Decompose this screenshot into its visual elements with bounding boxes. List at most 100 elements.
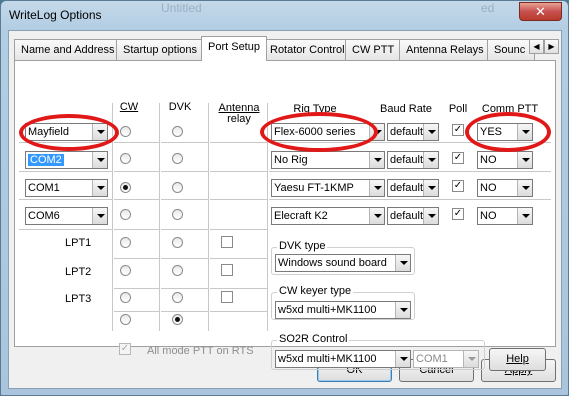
tab-label: Name and Address — [21, 44, 115, 56]
dvk-type-select[interactable]: Windows sound board — [275, 254, 411, 272]
cw-radio-lpt1[interactable] — [120, 237, 131, 248]
poll-checkbox-row-1[interactable]: ✓ — [452, 124, 464, 136]
rig-type-select-row-1[interactable]: Flex-6000 series — [271, 123, 385, 141]
row-divider — [19, 171, 551, 173]
cw-keyer-type-label: CW keyer type — [277, 285, 354, 297]
tab-antenna-relays[interactable]: Antenna Relays — [399, 39, 491, 60]
row-divider — [112, 258, 269, 260]
row-divider — [112, 288, 269, 290]
rig-type-select-row-2[interactable]: No Rig — [271, 151, 385, 169]
cw-radio-none[interactable] — [120, 314, 131, 325]
comm-ptt-select-row-3[interactable]: NO — [477, 179, 533, 197]
baud-rate-column-header: Baud Rate — [380, 103, 432, 115]
baud-rate-select-row-1[interactable]: default — [387, 123, 439, 141]
row-divider — [112, 311, 269, 313]
cw-radio-lpt2[interactable] — [120, 265, 131, 276]
dvk-radio-lpt1[interactable] — [172, 237, 183, 248]
tab-startup-options[interactable]: Startup options — [116, 39, 204, 60]
chevron-down-icon — [369, 152, 384, 168]
chevron-right-icon: ▶ — [548, 42, 555, 51]
tab-name-and-address[interactable]: Name and Address — [14, 39, 122, 60]
tab-label: Antenna Relays — [406, 44, 484, 56]
so2r-control-label: SO2R Control — [277, 333, 350, 345]
port-select-row-4[interactable]: COM6 — [25, 207, 108, 225]
poll-checkbox-row-4[interactable]: ✓ — [452, 208, 464, 220]
column-divider — [267, 103, 269, 331]
poll-checkbox-row-2[interactable]: ✓ — [452, 152, 464, 164]
tab-scroll-right-button[interactable]: ▶ — [544, 39, 559, 54]
dvk-column-header: DVK — [168, 101, 192, 113]
all-mode-ptt-label: All mode PTT on RTS — [147, 345, 254, 357]
lpt1-label: LPT1 — [65, 237, 92, 249]
chevron-down-icon — [423, 208, 438, 224]
close-button[interactable]: ✕ — [519, 2, 562, 21]
row-divider — [19, 199, 551, 201]
rig-type-column-header: Rig Type — [293, 103, 337, 115]
chevron-down-icon — [369, 124, 384, 140]
dvk-radio-lpt2[interactable] — [172, 265, 183, 276]
chevron-down-icon — [517, 124, 532, 140]
chevron-down-icon — [369, 208, 384, 224]
comm-ptt-select-row-4[interactable]: NO — [477, 207, 533, 225]
column-divider — [112, 103, 114, 331]
dvk-radio-row-4[interactable] — [172, 209, 183, 220]
port-setup-panel: CW DVK Antenna relay Rig Type Baud Rate … — [14, 60, 556, 371]
all-mode-ptt-checkbox[interactable]: ✓ — [119, 343, 131, 355]
cw-radio-lpt3[interactable] — [120, 292, 131, 303]
comm-ptt-select-row-2[interactable]: NO — [477, 151, 533, 169]
dvk-radio-row-2[interactable] — [172, 153, 183, 164]
port-select-row-1[interactable]: Mayfield — [25, 123, 108, 141]
cw-keyer-type-select[interactable]: w5xd multi+MK1100 — [275, 301, 411, 319]
row-divider — [19, 229, 269, 231]
cw-radio-row-4[interactable] — [120, 209, 131, 220]
chevron-down-icon — [395, 302, 410, 318]
cw-radio-row-2[interactable] — [120, 153, 131, 164]
column-divider — [208, 103, 210, 331]
port-select-row-3[interactable]: COM1 — [25, 179, 108, 197]
baud-rate-select-row-3[interactable]: default — [387, 179, 439, 197]
lpt2-label: LPT2 — [65, 266, 92, 278]
chevron-down-icon — [517, 152, 532, 168]
port-select-row-2[interactable]: COM2 — [25, 151, 108, 169]
tab-rotator-control[interactable]: Rotator Control — [263, 39, 352, 60]
cw-radio-row-3[interactable] — [120, 182, 131, 193]
chevron-down-icon — [517, 180, 532, 196]
chevron-down-icon — [92, 180, 107, 196]
title-bar[interactable]: Untitled ed WriteLog Options ✕ — [1, 1, 568, 29]
help-button[interactable]: Help — [489, 348, 546, 371]
background-title-fragment: ed — [481, 1, 495, 15]
tab-cw-ptt[interactable]: CW PTT — [345, 39, 402, 60]
chevron-down-icon — [395, 351, 410, 367]
tab-label: Rotator Control — [270, 44, 345, 56]
cw-column-header: CW — [119, 101, 139, 113]
baud-rate-select-row-4[interactable]: default — [387, 207, 439, 225]
rig-type-select-row-3[interactable]: Yaesu FT-1KMP — [271, 179, 385, 197]
so2r-control-select[interactable]: w5xd multi+MK1100 — [275, 350, 411, 368]
chevron-down-icon — [369, 180, 384, 196]
poll-checkbox-row-3[interactable]: ✓ — [452, 180, 464, 192]
chevron-down-icon — [423, 124, 438, 140]
dvk-radio-row-1[interactable] — [172, 126, 183, 137]
chevron-down-icon — [517, 208, 532, 224]
tab-port-setup[interactable]: Port Setup — [201, 36, 267, 61]
tab-label: Sounc — [494, 44, 526, 56]
comm-ptt-select-row-1[interactable]: YES — [477, 123, 533, 141]
chevron-left-icon: ◀ — [533, 42, 540, 51]
poll-column-header: Poll — [448, 103, 468, 115]
baud-rate-select-row-2[interactable]: default — [387, 151, 439, 169]
chevron-down-icon — [463, 351, 478, 367]
chevron-down-icon — [92, 152, 107, 168]
dvk-radio-none[interactable] — [172, 314, 183, 325]
tab-sound[interactable]: Sounc — [487, 39, 535, 60]
relay-checkbox-lpt3[interactable] — [221, 291, 233, 303]
cw-radio-row-1[interactable] — [120, 126, 131, 137]
relay-checkbox-lpt2[interactable] — [221, 264, 233, 276]
options-dialog: Untitled ed WriteLog Options ✕ Name and … — [0, 0, 569, 396]
so2r-port-select[interactable]: COM1 — [413, 350, 479, 368]
relay-checkbox-lpt1[interactable] — [221, 236, 233, 248]
column-divider — [159, 103, 161, 331]
rig-type-select-row-4[interactable]: Elecraft K2 — [271, 207, 385, 225]
tab-scroll-left-button[interactable]: ◀ — [529, 39, 544, 54]
dvk-radio-lpt3[interactable] — [172, 292, 183, 303]
dvk-radio-row-3[interactable] — [172, 182, 183, 193]
